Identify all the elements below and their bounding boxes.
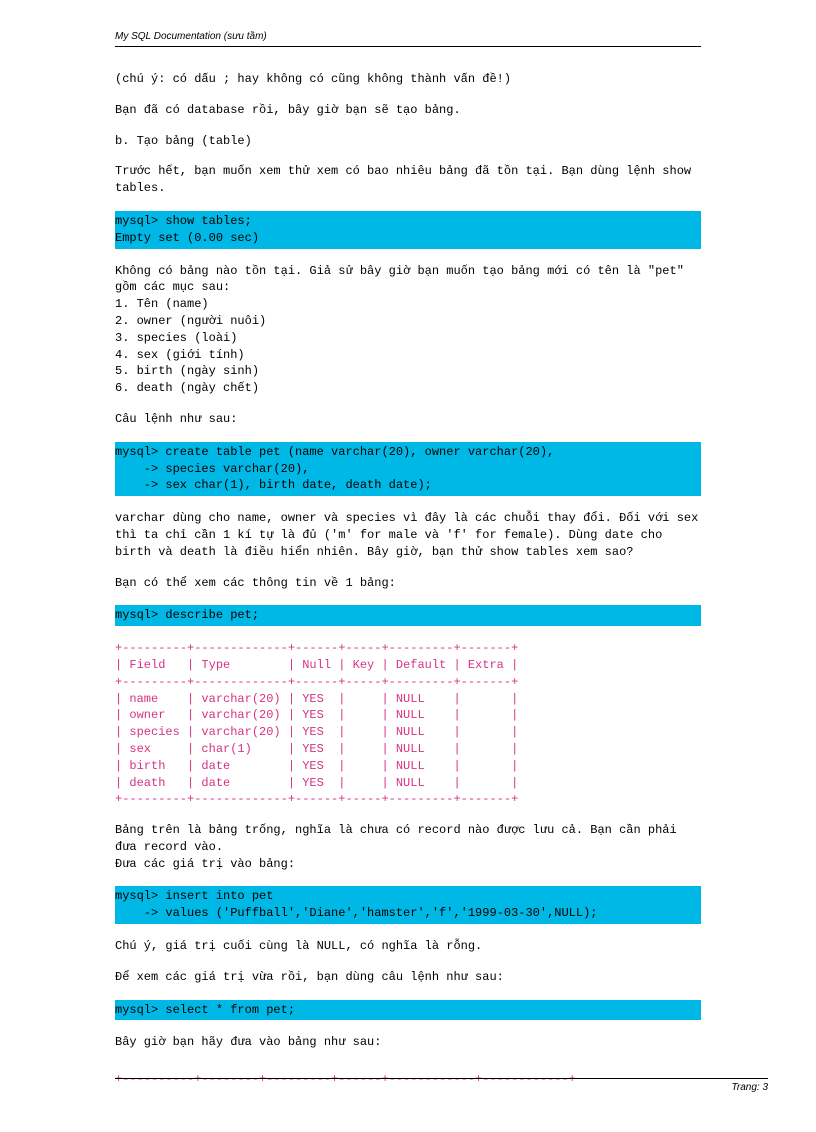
page-content: My SQL Documentation (sưu tầm) (chú ý: c… [0,0,816,1132]
paragraph: Không có bảng nào tồn tại. Giả sử bây gi… [115,263,701,297]
code-block: mysql> select * from pet; [115,1000,701,1021]
paragraph: Bảng trên là bảng trống, nghĩa là chưa c… [115,822,701,872]
code-block: mysql> insert into pet -> values ('Puffb… [115,886,701,924]
code-block: mysql> describe pet; [115,605,701,626]
paragraph: Bạn đã có database rồi, bây giờ bạn sẽ t… [115,102,701,119]
paragraph: Bạn có thể xem các thông tin về 1 bảng: [115,575,701,592]
table-output: +---------+-------------+------+-----+--… [115,640,701,808]
paragraph: Câu lệnh như sau: [115,411,701,428]
code-block: mysql> show tables; Empty set (0.00 sec) [115,211,701,249]
paragraph: Để xem các giá trị vừa rồi, bạn dùng câu… [115,969,701,986]
page-footer: Trang: 3 [115,1078,768,1095]
paragraph: Chú ý, giá trị cuối cùng là NULL, có ngh… [115,938,701,955]
list: 1. Tên (name) 2. owner (người nuôi) 3. s… [115,296,701,397]
paragraph: Trước hết, bạn muốn xem thử xem có bao n… [115,163,701,197]
paragraph: Bây giờ bạn hãy đưa vào bảng như sau: [115,1034,701,1051]
code-block: mysql> create table pet (name varchar(20… [115,442,701,496]
paragraph: b. Tạo bảng (table) [115,133,701,150]
page-header: My SQL Documentation (sưu tầm) [115,30,701,47]
paragraph: (chú ý: có dấu ; hay không có cũng không… [115,71,701,88]
page-number: Trang: 3 [732,1082,769,1093]
paragraph: varchar dùng cho name, owner và species … [115,510,701,560]
